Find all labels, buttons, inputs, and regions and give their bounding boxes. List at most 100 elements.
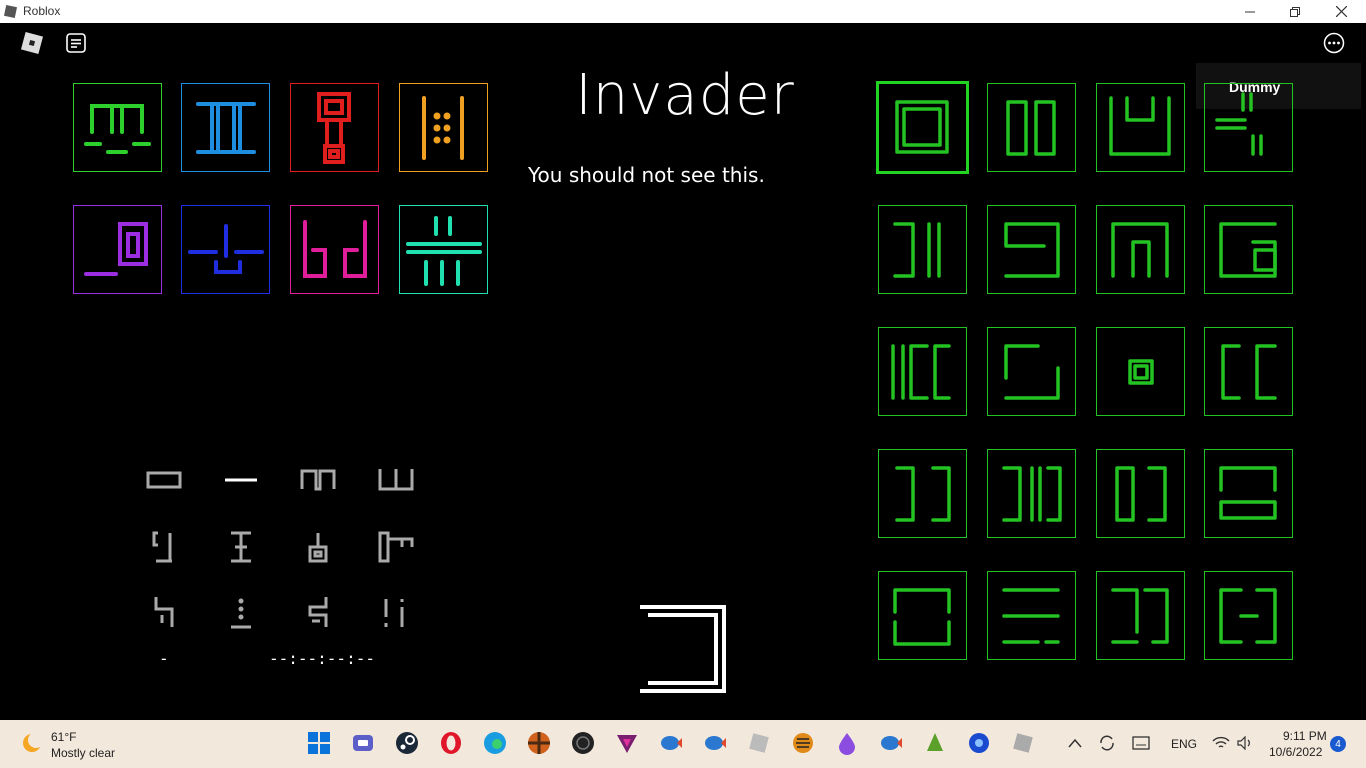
- grid-glyph-icon: [1215, 92, 1263, 156]
- grid-cell-15[interactable]: [1096, 449, 1185, 538]
- grid-glyph-icon: [1002, 588, 1060, 644]
- grid-cell-10[interactable]: [987, 327, 1076, 416]
- green-glyph-icon: [84, 104, 151, 154]
- grid-glyph-icon: [893, 588, 951, 646]
- palette-tile-7[interactable]: [290, 205, 379, 294]
- volume-button[interactable]: [1230, 728, 1260, 758]
- show-hidden-icons-button[interactable]: [1060, 728, 1090, 758]
- code-input-right: --:--:--:--: [269, 649, 375, 668]
- grid-glyph-icon: [893, 222, 941, 278]
- grid-cell-13[interactable]: [878, 449, 967, 538]
- grid-glyph-icon: [1004, 344, 1060, 400]
- grid-cell-19[interactable]: [1096, 571, 1185, 660]
- taskbar-app-fish3[interactable]: [876, 728, 906, 758]
- weather-desc[interactable]: Mostly clear: [51, 746, 115, 760]
- minimize-button[interactable]: [1227, 0, 1273, 23]
- palette-tile-2[interactable]: [181, 83, 270, 172]
- chat-button[interactable]: [62, 29, 90, 57]
- green-creature-icon: [927, 733, 943, 751]
- keyboard-icon: [1132, 736, 1150, 750]
- grid-glyph-icon: [1219, 588, 1277, 644]
- weather-temp[interactable]: 61°F: [51, 730, 76, 744]
- taskbar-opera[interactable]: [436, 728, 466, 758]
- restore-icon: [1290, 6, 1300, 17]
- grid-glyph-icon: [1219, 222, 1277, 278]
- start-button[interactable]: [304, 728, 334, 758]
- grid-cell-11[interactable]: [1096, 327, 1185, 416]
- taskbar-edge[interactable]: [480, 728, 510, 758]
- taskbar-roblox-active[interactable]: [1008, 728, 1038, 758]
- grid-cell-8[interactable]: [1204, 205, 1293, 294]
- clock-date[interactable]: 10/6/2022: [1269, 745, 1322, 759]
- grid-glyph-icon: [1109, 96, 1171, 156]
- palette-tile-1[interactable]: [73, 83, 162, 172]
- windows-taskbar: 61°F Mostly clear ENG 9:11 PM 10/6/2022 …: [0, 720, 1366, 768]
- language-indicator[interactable]: ENG: [1171, 737, 1197, 751]
- grid-glyph-icon: [1219, 466, 1277, 520]
- grid-glyph-icon: [891, 344, 951, 400]
- grid-glyph-icon: [895, 100, 949, 154]
- game-title: Invader: [575, 63, 795, 128]
- grid-cell-1[interactable]: [876, 81, 969, 174]
- grid-cell-16[interactable]: [1204, 449, 1293, 538]
- code-input-left: -: [159, 649, 169, 668]
- edge-icon: [484, 732, 506, 754]
- grid-cell-17[interactable]: [878, 571, 967, 660]
- tf2-icon: [528, 732, 550, 754]
- taskbar-app-gem[interactable]: [612, 728, 642, 758]
- palette-tile-6[interactable]: [181, 205, 270, 294]
- dark-app-icon: [572, 732, 594, 754]
- weather-moon-icon[interactable]: [20, 731, 44, 755]
- grid-cell-4[interactable]: [1204, 83, 1293, 172]
- taskbar-teams[interactable]: [348, 728, 378, 758]
- grid-glyph-icon: [1128, 359, 1154, 385]
- roblox-app-icon: [4, 5, 17, 18]
- opera-icon: [441, 732, 461, 754]
- taskbar-tf2[interactable]: [524, 728, 554, 758]
- palette-tile-3[interactable]: [290, 83, 379, 172]
- more-options-button[interactable]: [1320, 29, 1348, 57]
- taskbar-steam[interactable]: [392, 728, 422, 758]
- grid-cell-18[interactable]: [987, 571, 1076, 660]
- grid-cell-3[interactable]: [1096, 83, 1185, 172]
- grid-cell-12[interactable]: [1204, 327, 1293, 416]
- palette-tile-8[interactable]: [399, 205, 488, 294]
- legend-glyph-n-icon: [300, 469, 336, 491]
- speaker-icon: [1237, 736, 1250, 750]
- sync-tray-button[interactable]: [1092, 728, 1122, 758]
- close-button[interactable]: [1318, 0, 1364, 23]
- steam-icon: [396, 732, 418, 754]
- game-viewport[interactable]: Invader You should not see this. Dummy -…: [0, 23, 1366, 720]
- taskbar-app-fish2[interactable]: [700, 728, 730, 758]
- taskbar-app-green[interactable]: [920, 728, 950, 758]
- grid-cell-7[interactable]: [1096, 205, 1185, 294]
- taskbar-app-dark[interactable]: [568, 728, 598, 758]
- current-symbol-preview-icon: [640, 605, 726, 693]
- clock-time[interactable]: 9:11 PM: [1283, 729, 1327, 743]
- keyboard-tray-button[interactable]: [1126, 728, 1156, 758]
- legend-glyph-zigzag-icon: [154, 597, 174, 627]
- grid-cell-2[interactable]: [987, 83, 1076, 172]
- taskbar-app-drop[interactable]: [832, 728, 862, 758]
- more-options-icon: [1323, 32, 1345, 54]
- legend-glyph-lock-icon: [308, 533, 328, 563]
- palette-tile-5[interactable]: [73, 205, 162, 294]
- grid-cell-14[interactable]: [987, 449, 1076, 538]
- taskbar-app-tiger[interactable]: [788, 728, 818, 758]
- notification-badge[interactable]: 4: [1330, 736, 1346, 752]
- restore-button[interactable]: [1272, 0, 1318, 23]
- grid-glyph-icon: [1221, 344, 1277, 400]
- taskbar-app-fish1[interactable]: [656, 728, 686, 758]
- teams-chat-icon: [353, 735, 373, 751]
- grid-cell-6[interactable]: [987, 205, 1076, 294]
- roblox-menu-button[interactable]: [18, 29, 46, 57]
- grid-cell-9[interactable]: [878, 327, 967, 416]
- taskbar-app-blue[interactable]: [964, 728, 994, 758]
- grid-cell-20[interactable]: [1204, 571, 1293, 660]
- palette-tile-4[interactable]: [399, 83, 488, 172]
- taskbar-roblox-studio[interactable]: [744, 728, 774, 758]
- chat-icon: [66, 33, 86, 53]
- grid-glyph-icon: [1006, 100, 1056, 156]
- blue-glyph-icon: [196, 102, 256, 154]
- grid-cell-5[interactable]: [878, 205, 967, 294]
